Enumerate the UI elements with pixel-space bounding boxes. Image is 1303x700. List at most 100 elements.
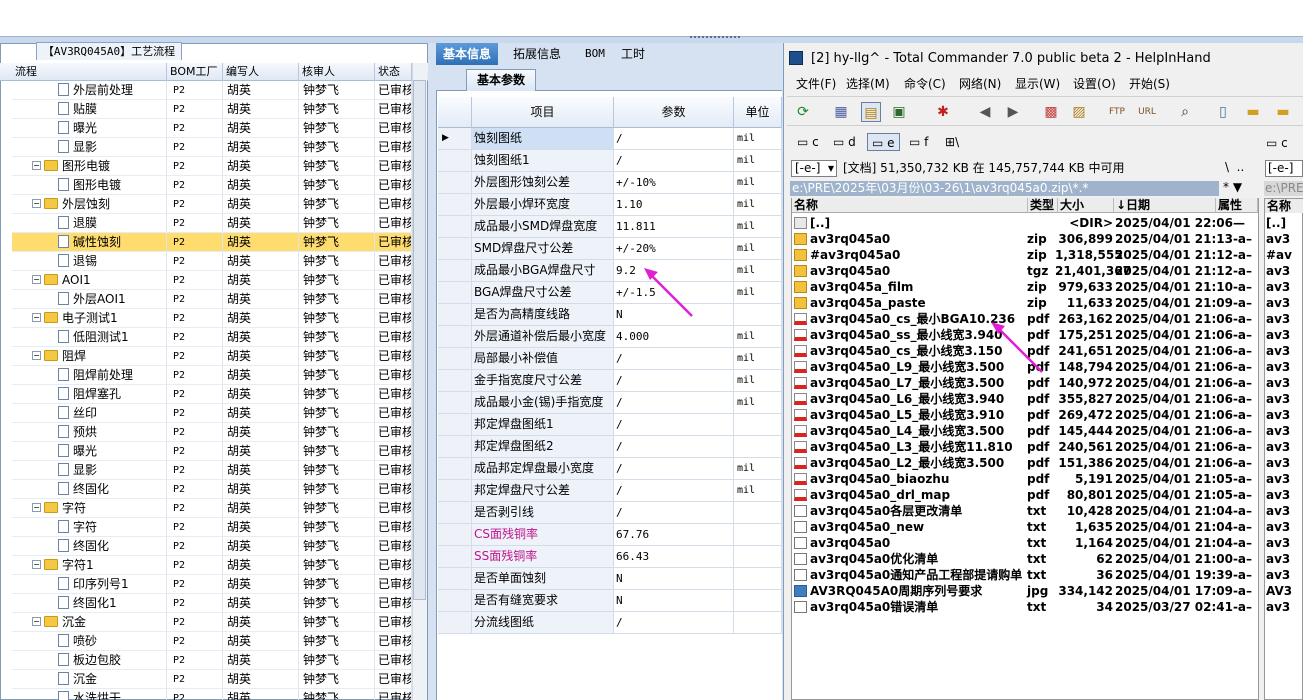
param-value-cell[interactable]: / (614, 150, 734, 172)
table-row[interactable]: 邦定焊盘图纸2/ (438, 436, 782, 458)
menu-display[interactable]: 显示(W) (1015, 74, 1060, 94)
table-row[interactable]: 成品最小SMD焊盘宽度 11.811 mil (438, 216, 782, 238)
param-value-cell[interactable]: / (614, 502, 734, 524)
refresh-icon[interactable]: ⟳ (793, 102, 813, 122)
brief-view-icon[interactable]: ▦ (831, 102, 851, 122)
file-row[interactable]: av3rq045a0 txt 1,164 2025/04/01 21:04-a– (793, 535, 1257, 551)
collapse-toggle-icon[interactable]: − (32, 275, 41, 284)
file-row[interactable]: av3rq045a_paste zip 11,633 2025/04/01 21:09… (793, 295, 1257, 311)
row-selector[interactable] (438, 546, 472, 568)
table-row[interactable]: 邦定焊盘图纸1/ (438, 414, 782, 436)
back-arrow-icon[interactable]: ◀ (975, 102, 995, 122)
file-row[interactable]: av3rq045a0_L2_最小线宽3.500 pdf 151,386 2025/04… (793, 455, 1257, 471)
table-row[interactable]: − 图形电镀 P2 胡英 钟梦飞 已审核 (12, 157, 412, 176)
table-row[interactable]: 终固化 P2 胡英 钟梦飞 已审核 (12, 480, 412, 499)
thumbnail-view-icon[interactable]: ▣ (889, 102, 909, 122)
tree-cell[interactable]: 图形电镀 (12, 176, 167, 195)
drive-combo[interactable]: [-e-] ▼ (791, 160, 837, 177)
pack-icon[interactable]: ▩ (1041, 102, 1061, 122)
right-file-row[interactable]: av3 (1266, 295, 1303, 311)
tree-cell[interactable]: 碱性蚀刻 (12, 233, 167, 252)
table-row[interactable]: − 沉金 P2 胡英 钟梦飞 已审核 (12, 613, 412, 632)
tree-cell[interactable]: 显影 (12, 461, 167, 480)
row-selector-header[interactable] (438, 97, 472, 128)
tree-cell[interactable]: 沉金 (12, 670, 167, 689)
file-row[interactable]: av3rq045a0 zip 306,899 2025/04/01 21:13-a– (793, 231, 1257, 247)
table-row[interactable]: 显影 P2 胡英 钟梦飞 已审核 (12, 461, 412, 480)
row-selector[interactable] (438, 458, 472, 480)
table-row[interactable]: 水洗烘干 P2 胡英 钟梦飞 已审核 (12, 689, 412, 700)
tree-cell[interactable]: − 图形电镀 (12, 157, 167, 176)
menu-start[interactable]: 开始(S) (1129, 74, 1170, 94)
table-row[interactable]: 字符 P2 胡英 钟梦飞 已审核 (12, 518, 412, 537)
menu-file[interactable]: 文件(F) (796, 74, 836, 94)
row-selector[interactable]: ▶ (438, 128, 472, 150)
tab-work-hours[interactable]: 工时 (614, 43, 652, 65)
right-file-row[interactable]: av3 (1266, 503, 1303, 519)
param-value-cell[interactable]: +/-1.5 (614, 282, 734, 304)
file-row[interactable]: av3rq045a0_L7_最小线宽3.500 pdf 140,972 2025/04… (793, 375, 1257, 391)
ftp-icon[interactable]: FTP (1107, 102, 1127, 122)
table-row[interactable]: 碱性蚀刻 P2 胡英 钟梦飞 已审核 (12, 233, 412, 252)
param-value-cell[interactable]: / (614, 128, 734, 150)
file-row[interactable]: [..] <DIR> 2025/04/01 22:06— (793, 215, 1257, 231)
row-selector[interactable] (438, 568, 472, 590)
tree-cell[interactable]: 水洗烘干 (12, 689, 167, 700)
collapse-toggle-icon[interactable]: − (32, 161, 41, 170)
right-file-row[interactable]: av3 (1266, 567, 1303, 583)
table-row[interactable]: 是否单面蚀刻 N (438, 568, 782, 590)
right-file-row[interactable]: av3 (1266, 407, 1303, 423)
right-col-name[interactable]: 名称 (1265, 199, 1303, 213)
table-row[interactable]: 外层图形蚀刻公差 +/-10% mil (438, 172, 782, 194)
right-file-row[interactable]: av3 (1266, 375, 1303, 391)
row-selector[interactable] (438, 326, 472, 348)
drive-c[interactable]: ▭ c (793, 133, 823, 151)
col-header-param[interactable]: 参数 (614, 97, 734, 128)
table-row[interactable]: 成品最小BGA焊盘尺寸 9.2 mil (438, 260, 782, 282)
col-header-item[interactable]: 项目 (472, 97, 614, 128)
menu-settings[interactable]: 设置(O) (1073, 74, 1116, 94)
table-row[interactable]: 退锡 P2 胡英 钟梦飞 已审核 (12, 252, 412, 271)
right-file-row[interactable]: av3 (1266, 359, 1303, 375)
folder-icon[interactable]: ▬ (1243, 102, 1263, 122)
right-file-row[interactable]: av3 (1266, 439, 1303, 455)
file-row[interactable]: av3rq045a0_new txt 1,635 2025/04/01 21:04-a… (793, 519, 1257, 535)
right-file-row[interactable]: av3 (1266, 455, 1303, 471)
table-row[interactable]: 预烘 P2 胡英 钟梦飞 已审核 (12, 423, 412, 442)
right-drive-combo[interactable]: [-e-] (1265, 160, 1303, 177)
file-row[interactable]: #av3rq045a0 zip 1,318,555 2025/04/01 21:12-… (793, 247, 1257, 263)
table-row[interactable]: 终固化1 P2 胡英 钟梦飞 已审核 (12, 594, 412, 613)
tree-cell[interactable]: 低阻测试1 (12, 328, 167, 347)
param-value-cell[interactable]: +/-20% (614, 238, 734, 260)
row-selector[interactable] (438, 260, 472, 282)
table-row[interactable]: 沉金 P2 胡英 钟梦飞 已审核 (12, 670, 412, 689)
col-date[interactable]: ↓日期 (1114, 198, 1216, 213)
table-row[interactable]: SMD焊盘尺寸公差 +/-20% mil (438, 238, 782, 260)
tree-cell[interactable]: 退膜 (12, 214, 167, 233)
row-selector[interactable] (438, 436, 472, 458)
table-row[interactable]: 曝光 P2 胡英 钟梦飞 已审核 (12, 119, 412, 138)
table-row[interactable]: 是否为高精度线路 N (438, 304, 782, 326)
table-row[interactable]: − 外层蚀刻 P2 胡英 钟梦飞 已审核 (12, 195, 412, 214)
collapse-toggle-icon[interactable]: − (32, 503, 41, 512)
file-row[interactable]: av3rq045a0_L9_最小线宽3.500 pdf 148,794 2025/04… (793, 359, 1257, 375)
table-row[interactable]: − 电子测试1 P2 胡英 钟梦飞 已审核 (12, 309, 412, 328)
tree-cell[interactable]: 曝光 (12, 119, 167, 138)
tree-cell[interactable]: 终固化 (12, 537, 167, 556)
table-row[interactable]: 低阻测试1 P2 胡英 钟梦飞 已审核 (12, 328, 412, 347)
file-row[interactable]: AV3RQ045A0周期序列号要求 jpg 334,142 2025/04/01 17… (793, 583, 1257, 599)
param-value-cell[interactable]: N (614, 304, 734, 326)
table-row[interactable]: BGA焊盘尺寸公差 +/-1.5 mil (438, 282, 782, 304)
col-header-bom-factory[interactable]: BOM工厂 (167, 63, 223, 81)
tree-cell[interactable]: 印序列号1 (12, 575, 167, 594)
file-row[interactable]: av3rq045a0各层更改清单 txt 10,428 2025/04/01 21:0… (793, 503, 1257, 519)
tree-cell[interactable]: − 字符 (12, 499, 167, 518)
file-row[interactable]: av3rq045a0_L5_最小线宽3.910 pdf 269,472 2025/04… (793, 407, 1257, 423)
collapse-toggle-icon[interactable]: − (32, 199, 41, 208)
tree-cell[interactable]: 外层AOI1 (12, 290, 167, 309)
table-row[interactable]: 分流线图纸 / (438, 612, 782, 634)
table-row[interactable]: 蚀刻图纸1/mil (438, 150, 782, 172)
right-file-row[interactable]: av3 (1266, 599, 1303, 615)
right-file-row[interactable]: #av (1266, 247, 1303, 263)
col-header-unit[interactable]: 单位 (734, 97, 782, 128)
